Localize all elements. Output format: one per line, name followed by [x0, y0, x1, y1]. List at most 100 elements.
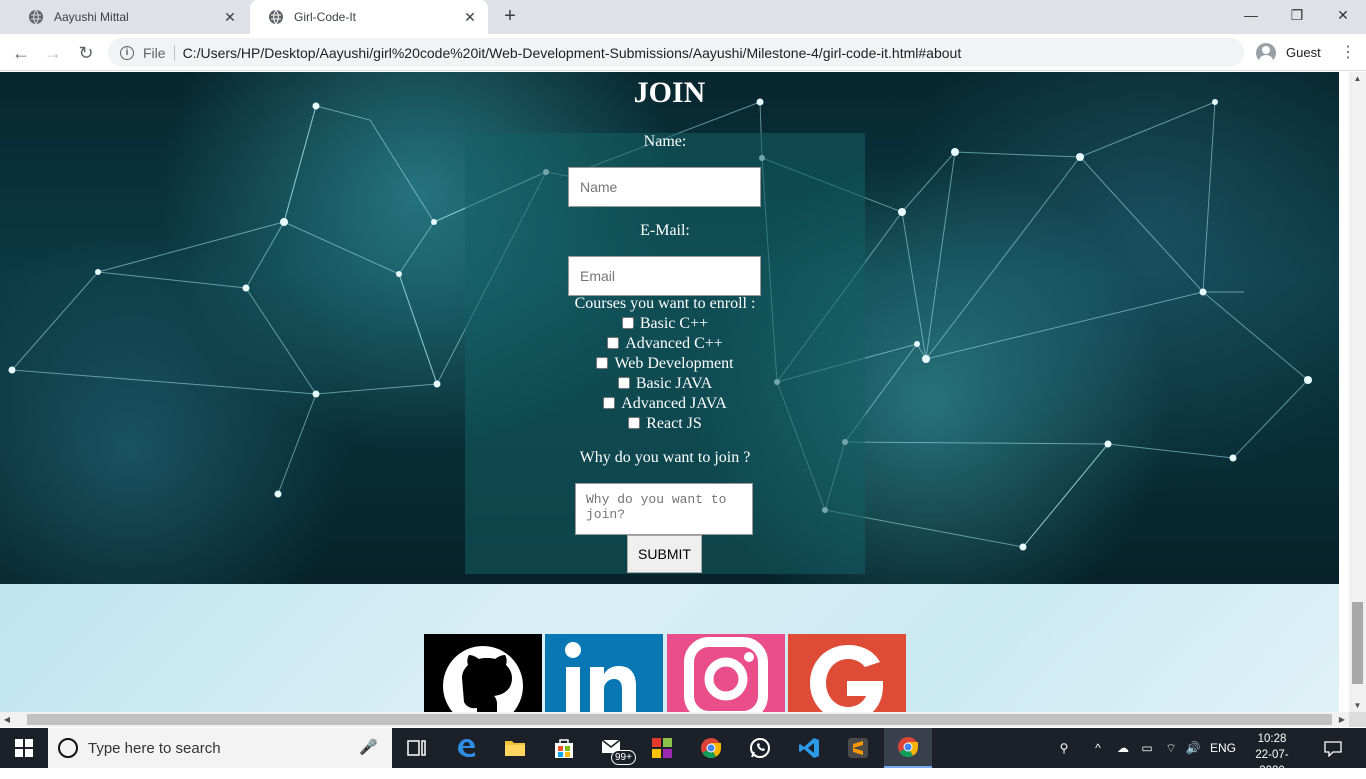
globe-icon	[269, 9, 283, 25]
instagram-icon	[684, 637, 768, 712]
start-button[interactable]	[0, 728, 48, 768]
task-view-icon[interactable]	[393, 728, 441, 768]
google-link[interactable]	[788, 634, 906, 712]
tab-title: Aayushi Mittal	[54, 10, 129, 24]
menu-icon[interactable]: ⋮	[1338, 40, 1358, 66]
reload-icon[interactable]: ↻	[73, 40, 99, 66]
wifi-icon[interactable]: ⌔	[1160, 728, 1182, 768]
volume-icon[interactable]: 🔊	[1182, 728, 1204, 768]
profile-button[interactable]: Guest	[1250, 38, 1328, 67]
store-icon[interactable]	[540, 728, 588, 768]
why-textarea[interactable]	[575, 483, 753, 535]
course-option[interactable]: Basic JAVA	[465, 374, 865, 394]
tab-strip: Aayushi Mittal ✕ Girl-Code-It ✕ + — ❐ ✕	[0, 0, 1366, 34]
chevron-up-icon[interactable]: ^	[1090, 728, 1106, 768]
clock-time: 10:28	[1257, 733, 1287, 745]
clock[interactable]: 10:28 22-07-2020	[1244, 731, 1300, 779]
forward-arrow-icon[interactable]: →	[40, 40, 66, 66]
course-label: Web Development	[614, 355, 734, 372]
scroll-corner	[1349, 712, 1366, 727]
battery-icon[interactable]: ▭	[1136, 728, 1158, 768]
onedrive-icon[interactable]: ☁	[1112, 728, 1134, 768]
divider	[173, 44, 175, 61]
instagram-link[interactable]	[667, 634, 785, 712]
scroll-up-icon[interactable]: ▲	[1349, 74, 1366, 83]
scheme-label: File	[143, 44, 166, 61]
windows-taskbar: Type here to search 🎤 99+ ⚲ ^ ☁ ▭ ⌔ 🔊 EN…	[0, 728, 1366, 777]
join-heading: JOIN	[633, 76, 706, 109]
checkbox[interactable]	[628, 417, 641, 429]
scroll-down-icon[interactable]: ▼	[1349, 701, 1366, 710]
clock-date: 22-07-2020	[1255, 749, 1289, 777]
name-label: Name:	[643, 133, 687, 150]
chrome-icon[interactable]	[687, 728, 735, 768]
linkedin-icon	[565, 642, 636, 712]
people-icon[interactable]: ⚲	[1052, 728, 1076, 768]
profile-label: Guest	[1286, 45, 1321, 60]
linkedin-link[interactable]	[545, 634, 663, 712]
page-viewport: JOIN Name: E-Mail: Courses you want to e…	[0, 72, 1339, 712]
tab-title: Girl-Code-It	[294, 10, 357, 24]
course-option[interactable]: Advanced C++	[465, 334, 865, 354]
checkbox[interactable]	[596, 357, 609, 369]
avatar-icon	[1256, 42, 1276, 63]
close-tab-icon[interactable]: ✕	[222, 9, 238, 26]
email-input[interactable]	[568, 256, 761, 296]
url-text[interactable]: C:/Users/HP/Desktop/Aayushi/girl%20code%…	[183, 45, 962, 61]
notification-icon[interactable]	[1318, 728, 1348, 768]
address-bar[interactable]: i File C:/Users/HP/Desktop/Aayushi/girl%…	[108, 38, 1244, 67]
edge-icon[interactable]	[442, 728, 490, 768]
mail-icon[interactable]: 99+	[589, 728, 637, 768]
new-tab-button[interactable]: +	[498, 5, 522, 29]
course-label: React JS	[646, 415, 702, 432]
join-section: JOIN Name: E-Mail: Courses you want to e…	[0, 72, 1339, 584]
vscode-icon[interactable]	[785, 728, 833, 768]
scroll-thumb[interactable]	[1352, 602, 1363, 684]
minimize-button[interactable]: —	[1228, 0, 1274, 30]
cortana-icon	[58, 738, 78, 758]
checkbox[interactable]	[621, 317, 634, 329]
language-indicator[interactable]: ENG	[1208, 728, 1238, 768]
mail-badge: 99+	[611, 750, 636, 765]
google-icon	[810, 645, 883, 712]
course-label: Advanced C++	[625, 335, 723, 352]
name-input[interactable]	[568, 167, 761, 207]
join-form: Name: E-Mail: Courses you want to enroll…	[465, 133, 865, 574]
scroll-right-icon[interactable]: ▶	[1335, 712, 1349, 727]
why-label: Why do you want to join ?	[579, 449, 751, 466]
tab-aayushi-mittal[interactable]: Aayushi Mittal ✕	[10, 0, 248, 34]
horizontal-scrollbar[interactable]: ◀ ▶	[0, 712, 1349, 727]
scroll-left-icon[interactable]: ◀	[0, 712, 14, 727]
back-arrow-icon[interactable]: ←	[8, 40, 34, 66]
colorful-app-icon[interactable]	[638, 728, 686, 768]
checkbox[interactable]	[607, 337, 620, 349]
info-icon[interactable]: i	[120, 45, 134, 60]
close-window-button[interactable]: ✕	[1320, 0, 1366, 30]
file-explorer-icon[interactable]	[491, 728, 539, 768]
whatsapp-icon[interactable]	[736, 728, 784, 768]
checkbox[interactable]	[603, 397, 616, 409]
course-option[interactable]: React JS	[465, 414, 865, 434]
email-label: E-Mail:	[640, 222, 690, 239]
submit-button[interactable]: SUBMIT	[627, 535, 702, 573]
course-label: Advanced JAVA	[621, 395, 727, 412]
vertical-scrollbar[interactable]: ▲ ▼	[1349, 72, 1366, 712]
close-tab-icon[interactable]: ✕	[462, 9, 478, 26]
course-option[interactable]: Basic C++	[465, 314, 865, 334]
microphone-icon[interactable]: 🎤	[359, 738, 378, 756]
chrome-active-icon[interactable]	[884, 728, 932, 768]
course-option[interactable]: Advanced JAVA	[465, 394, 865, 414]
maximize-button[interactable]: ❐	[1274, 0, 1320, 30]
checkbox[interactable]	[617, 377, 630, 389]
browser-toolbar: ← → ↻ i File C:/Users/HP/Desktop/Aayushi…	[0, 34, 1366, 71]
sublime-text-icon[interactable]	[834, 728, 882, 768]
footer	[0, 584, 1339, 712]
windows-icon	[15, 739, 33, 757]
github-link[interactable]	[424, 634, 542, 712]
scroll-thumb[interactable]	[27, 714, 1332, 725]
taskbar-search[interactable]: Type here to search 🎤	[48, 728, 392, 768]
course-label: Basic JAVA	[635, 375, 713, 392]
github-icon	[443, 646, 523, 712]
course-option[interactable]: Web Development	[465, 354, 865, 374]
tab-girl-code-it[interactable]: Girl-Code-It ✕	[250, 0, 488, 34]
